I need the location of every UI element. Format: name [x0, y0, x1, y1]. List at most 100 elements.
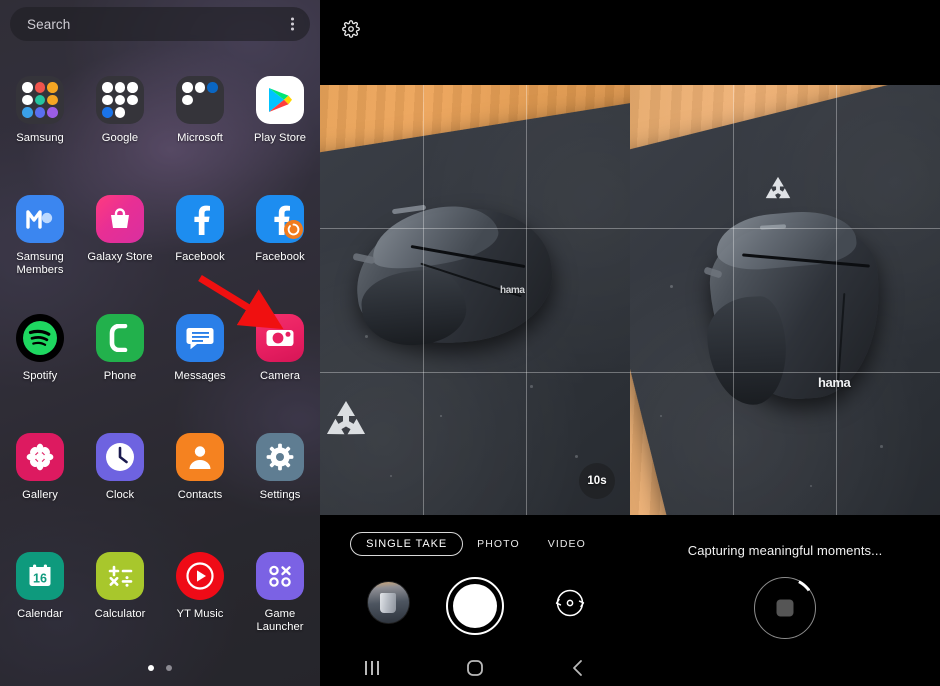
screenshot-root: Search Samsung Google Microsoft Play Sto… [0, 0, 940, 686]
app-item-samsung-members[interactable]: Samsung Members [0, 185, 80, 304]
pad-speck [390, 475, 392, 477]
calculator-icon [96, 552, 144, 600]
pad-speck [660, 415, 662, 417]
app-label: Clock [105, 489, 135, 501]
mode-video[interactable]: VIDEO [534, 538, 600, 550]
app-item-gallery[interactable]: Gallery [0, 423, 80, 542]
folder-microsoft-icon [176, 76, 224, 124]
camera-controls: SINGLE TAKE PHOTO VIDEO [320, 515, 630, 686]
mode-photo[interactable]: PHOTO [463, 538, 534, 550]
capture-top-bar [630, 0, 940, 85]
calendar-day: 16 [33, 571, 47, 585]
app-label: YT Music [176, 608, 224, 620]
camera-viewfinder-panel: hama 10s SINGLE TAKE PHOTO VIDEO [320, 0, 630, 686]
app-item-phone[interactable]: Phone [80, 304, 160, 423]
pad-speck [810, 485, 812, 487]
kebab-menu-icon[interactable] [291, 17, 294, 31]
app-label: Spotify [22, 370, 58, 382]
recents-icon[interactable] [337, 650, 407, 686]
switch-camera-icon[interactable] [552, 585, 588, 621]
app-item-calculator[interactable]: Calculator [80, 542, 160, 661]
app-item-camera[interactable]: Camera [240, 304, 320, 423]
gallery-icon [16, 433, 64, 481]
folder-google-icon [96, 76, 144, 124]
app-label: Settings [259, 489, 301, 501]
app-item-google[interactable]: Google [80, 66, 160, 185]
preview-scene: hama [320, 85, 630, 515]
app-label: Microsoft [177, 132, 223, 144]
app-label: Gallery [22, 489, 58, 501]
settings-gear-icon [256, 433, 304, 481]
app-item-galaxy-store[interactable]: Galaxy Store [80, 185, 160, 304]
pad-speck [530, 385, 533, 388]
search-placeholder: Search [27, 16, 71, 32]
camera-capturing-panel: hama Capturing meaningful moments... [630, 0, 940, 686]
app-label: Camera [259, 370, 301, 382]
search-input[interactable]: Search [10, 7, 310, 41]
app-label: Galaxy Store [87, 251, 153, 263]
messages-icon [176, 314, 224, 362]
app-item-game-launcher[interactable]: Game Launcher [240, 542, 320, 661]
app-item-spotify[interactable]: Spotify [0, 304, 80, 423]
app-item-settings[interactable]: Settings [240, 423, 320, 542]
capture-status-text: Capturing meaningful moments... [687, 543, 883, 558]
app-item-calendar[interactable]: 16 Calendar [0, 542, 80, 661]
app-item-contacts[interactable]: Contacts [160, 423, 240, 542]
phone-icon [96, 314, 144, 362]
capture-preview: hama [630, 85, 940, 515]
viewfinder-preview[interactable]: hama 10s [320, 85, 630, 515]
timer-badge[interactable]: 10s [579, 463, 615, 499]
folder-samsung-icon [16, 76, 64, 124]
capture-controls: Capturing meaningful moments... [630, 515, 940, 686]
app-item-clock[interactable]: Clock [80, 423, 160, 542]
clock-icon [96, 433, 144, 481]
pad-speck [670, 285, 673, 288]
app-item-facebook-badged[interactable]: Facebook [240, 185, 320, 304]
youtube-music-icon [176, 552, 224, 600]
calendar-icon: 16 [16, 552, 64, 600]
shutter-button[interactable] [446, 577, 504, 635]
app-label: Messages [174, 370, 226, 382]
app-item-facebook[interactable]: Facebook [160, 185, 240, 304]
app-item-samsung[interactable]: Samsung [0, 66, 80, 185]
app-item-play-store[interactable]: Play Store [240, 66, 320, 185]
mode-selector: SINGLE TAKE PHOTO VIDEO [320, 532, 630, 556]
app-item-yt-music[interactable]: YT Music [160, 542, 240, 661]
play-store-icon [256, 76, 304, 124]
contacts-icon [176, 433, 224, 481]
app-item-microsoft[interactable]: Microsoft [160, 66, 240, 185]
pad-speck [440, 415, 442, 417]
app-label: Facebook [255, 251, 305, 263]
camera-icon [256, 314, 304, 362]
system-navigation-bar [320, 650, 630, 686]
game-launcher-icon [256, 552, 304, 600]
camera-top-bar [320, 0, 630, 85]
capture-scene: hama [630, 85, 940, 515]
settings-gear-icon[interactable] [342, 20, 360, 43]
page-dot-2[interactable] [166, 665, 172, 671]
stop-square-icon [776, 599, 794, 617]
page-dot-1[interactable] [148, 665, 154, 671]
recycle-symbol-icon [326, 401, 366, 435]
app-label: Calculator [94, 608, 146, 620]
back-icon[interactable] [543, 650, 613, 686]
samsung-members-icon [16, 195, 64, 243]
computer-mouse: hama [348, 193, 560, 355]
app-label: Phone [103, 370, 137, 382]
app-label: Calendar [17, 608, 63, 620]
app-label: Google [101, 132, 139, 144]
gallery-thumbnail[interactable] [368, 582, 409, 623]
mode-single-take[interactable]: SINGLE TAKE [350, 532, 464, 556]
computer-mouse: hama [703, 207, 888, 407]
app-label: Facebook [175, 251, 225, 263]
app-grid: Samsung Google Microsoft Play Store Sams… [0, 66, 320, 661]
app-item-messages[interactable]: Messages [160, 304, 240, 423]
app-label: Play Store [253, 132, 307, 144]
stop-capture-button[interactable] [753, 576, 817, 640]
app-label: Game Launcher [256, 608, 304, 633]
pad-speck [575, 455, 578, 458]
app-drawer-panel: Search Samsung Google Microsoft Play Sto… [0, 0, 320, 686]
app-label: Samsung [16, 132, 64, 144]
app-label: Contacts [177, 489, 223, 501]
home-icon[interactable] [440, 650, 510, 686]
